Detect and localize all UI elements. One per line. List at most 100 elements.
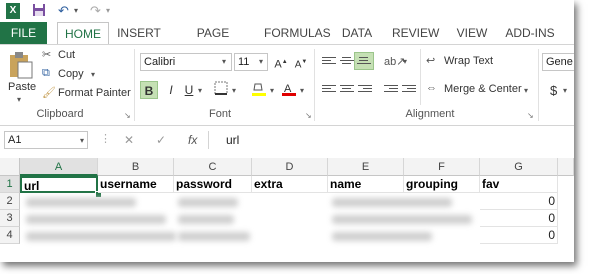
tab-data[interactable]: DATA xyxy=(339,22,375,44)
cell-a1[interactable]: url xyxy=(20,176,98,193)
tab-add-ins[interactable]: ADD-INS xyxy=(504,22,556,44)
orientation-icon[interactable]: ab↗ xyxy=(384,55,405,68)
redacted-cell-text xyxy=(26,232,176,241)
cancel-icon[interactable]: ✕ xyxy=(124,133,134,147)
cut-button[interactable]: ✂ Cut xyxy=(42,48,92,64)
copy-button[interactable]: ⧉ Copy ▾ xyxy=(42,67,102,83)
column-header-b[interactable]: B xyxy=(98,158,174,176)
cell-f1[interactable]: grouping xyxy=(404,176,480,193)
tab-page-layout[interactable]: PAGE LAYOUT xyxy=(172,22,254,62)
align-middle-icon[interactable] xyxy=(340,57,354,69)
borders-icon[interactable] xyxy=(212,81,230,99)
undo-dropdown-icon[interactable]: ▾ xyxy=(74,3,82,19)
redacted-cell-text xyxy=(332,232,432,241)
save-icon[interactable] xyxy=(32,3,46,19)
name-box-value: A1 xyxy=(8,134,22,146)
column-header-a[interactable]: A xyxy=(20,158,98,176)
tab-insert[interactable]: INSERT xyxy=(115,22,163,44)
cell-e1[interactable]: name xyxy=(328,176,404,193)
cell-g4[interactable]: 0 xyxy=(480,227,558,244)
copy-dropdown-icon[interactable]: ▾ xyxy=(91,70,95,79)
formula-bar-divider xyxy=(208,131,209,149)
redacted-cell-text xyxy=(332,198,452,207)
increase-indent-icon[interactable] xyxy=(402,85,416,97)
tab-formulas[interactable]: FORMULAS xyxy=(264,22,331,44)
cell-g3[interactable]: 0 xyxy=(480,210,558,227)
undo-icon[interactable]: ↶ xyxy=(58,3,72,19)
italic-button[interactable]: I xyxy=(162,81,180,99)
copy-label: Copy xyxy=(58,68,84,80)
paste-dropdown-icon[interactable]: ▾ xyxy=(17,95,21,104)
cell-b1[interactable]: username xyxy=(98,176,174,193)
merge-center-button[interactable]: ⇔ Merge & Center xyxy=(426,82,536,98)
column-header-c[interactable]: C xyxy=(174,158,252,176)
number-format-box[interactable]: Gene xyxy=(542,53,574,71)
tab-home[interactable]: HOME xyxy=(57,22,109,44)
insert-function-icon[interactable]: fx xyxy=(188,133,197,147)
redacted-cell-text xyxy=(178,215,234,224)
align-top-icon[interactable] xyxy=(322,57,336,69)
paste-button[interactable]: Paste ▾ xyxy=(6,49,37,104)
column-header-d[interactable]: D xyxy=(252,158,328,176)
decrease-font-icon[interactable]: A▼ xyxy=(292,53,310,71)
tab-view[interactable]: VIEW xyxy=(454,22,490,44)
cell-d1[interactable]: extra xyxy=(252,176,328,193)
row-header-4[interactable]: 4 xyxy=(0,227,20,244)
format-painter-button[interactable]: 🖌 Format Painter xyxy=(42,86,134,102)
alignment-group-label: Alignment xyxy=(405,108,455,120)
underline-button[interactable]: U xyxy=(180,81,198,99)
cut-label: Cut xyxy=(58,49,76,61)
font-size-dropdown-icon[interactable]: ▾ xyxy=(259,57,263,66)
redacted-cell-text xyxy=(178,198,238,207)
font-launcher-icon[interactable]: ↘ xyxy=(305,111,312,120)
decrease-indent-icon[interactable] xyxy=(384,85,398,97)
formula-input[interactable]: url xyxy=(226,133,239,147)
cell-c1[interactable]: password xyxy=(174,176,252,193)
clipboard-group-label: Clipboard xyxy=(36,108,84,120)
align-left-icon[interactable] xyxy=(322,85,336,97)
tab-file[interactable]: FILE xyxy=(0,22,47,44)
align-right-icon[interactable] xyxy=(358,85,372,97)
wrap-text-button[interactable]: ↩ Wrap Text xyxy=(426,54,526,70)
fill-color-icon[interactable] xyxy=(250,81,268,99)
cell-g1[interactable]: fav xyxy=(480,176,558,193)
underline-dropdown-icon[interactable]: ▾ xyxy=(198,86,202,95)
fill-color-dropdown-icon[interactable]: ▾ xyxy=(270,86,274,95)
column-header-g[interactable]: G xyxy=(480,158,558,176)
redo-dropdown-icon[interactable]: ▾ xyxy=(106,3,114,19)
merge-center-label: Merge & Center xyxy=(444,83,522,95)
font-color-dropdown-icon[interactable]: ▾ xyxy=(300,86,304,95)
align-center-icon[interactable] xyxy=(340,85,354,97)
paste-label: Paste xyxy=(8,81,37,93)
row-header-2[interactable]: 2 xyxy=(0,193,20,210)
column-header-f[interactable]: F xyxy=(404,158,480,176)
cell-g2[interactable]: 0 xyxy=(480,193,558,210)
increase-font-icon[interactable]: A▲ xyxy=(272,53,290,71)
redo-icon[interactable]: ↷ xyxy=(90,3,104,19)
name-box-dropdown-icon[interactable]: ▾ xyxy=(80,136,84,145)
currency-dropdown-icon[interactable]: ▾ xyxy=(563,86,567,95)
group-divider xyxy=(314,49,315,121)
currency-button[interactable]: $ xyxy=(550,83,557,98)
tab-review[interactable]: REVIEW xyxy=(392,22,439,44)
formula-bar: A1 ▾ ⋮ ✕ ✓ fx url xyxy=(0,128,574,152)
font-name-box[interactable]: Calibri xyxy=(140,53,232,71)
quick-access-toolbar: X ↶ ▾ ↷ ▾ xyxy=(0,0,574,22)
orientation-dropdown-icon[interactable]: ▾ xyxy=(403,57,407,66)
borders-dropdown-icon[interactable]: ▾ xyxy=(232,86,236,95)
name-box[interactable]: A1 xyxy=(4,131,88,149)
column-header-e[interactable]: E xyxy=(328,158,404,176)
bold-button[interactable]: B xyxy=(140,81,158,99)
alignment-launcher-icon[interactable]: ↘ xyxy=(527,111,534,120)
row-header-1[interactable]: 1 xyxy=(0,176,20,193)
merge-center-dropdown-icon[interactable]: ▾ xyxy=(524,86,528,95)
row-header-3[interactable]: 3 xyxy=(0,210,20,227)
select-all-corner[interactable] xyxy=(0,158,20,176)
font-name-dropdown-icon[interactable]: ▾ xyxy=(222,57,226,66)
enter-icon[interactable]: ✓ xyxy=(156,133,166,147)
align-bottom-button[interactable] xyxy=(354,52,374,70)
clipboard-launcher-icon[interactable]: ↘ xyxy=(124,111,131,120)
worksheet-grid[interactable]: A B C D E F G 1 2 3 4 url username passw… xyxy=(0,158,574,262)
font-color-icon[interactable]: A xyxy=(280,81,298,99)
font-name-value: Calibri xyxy=(144,56,176,68)
